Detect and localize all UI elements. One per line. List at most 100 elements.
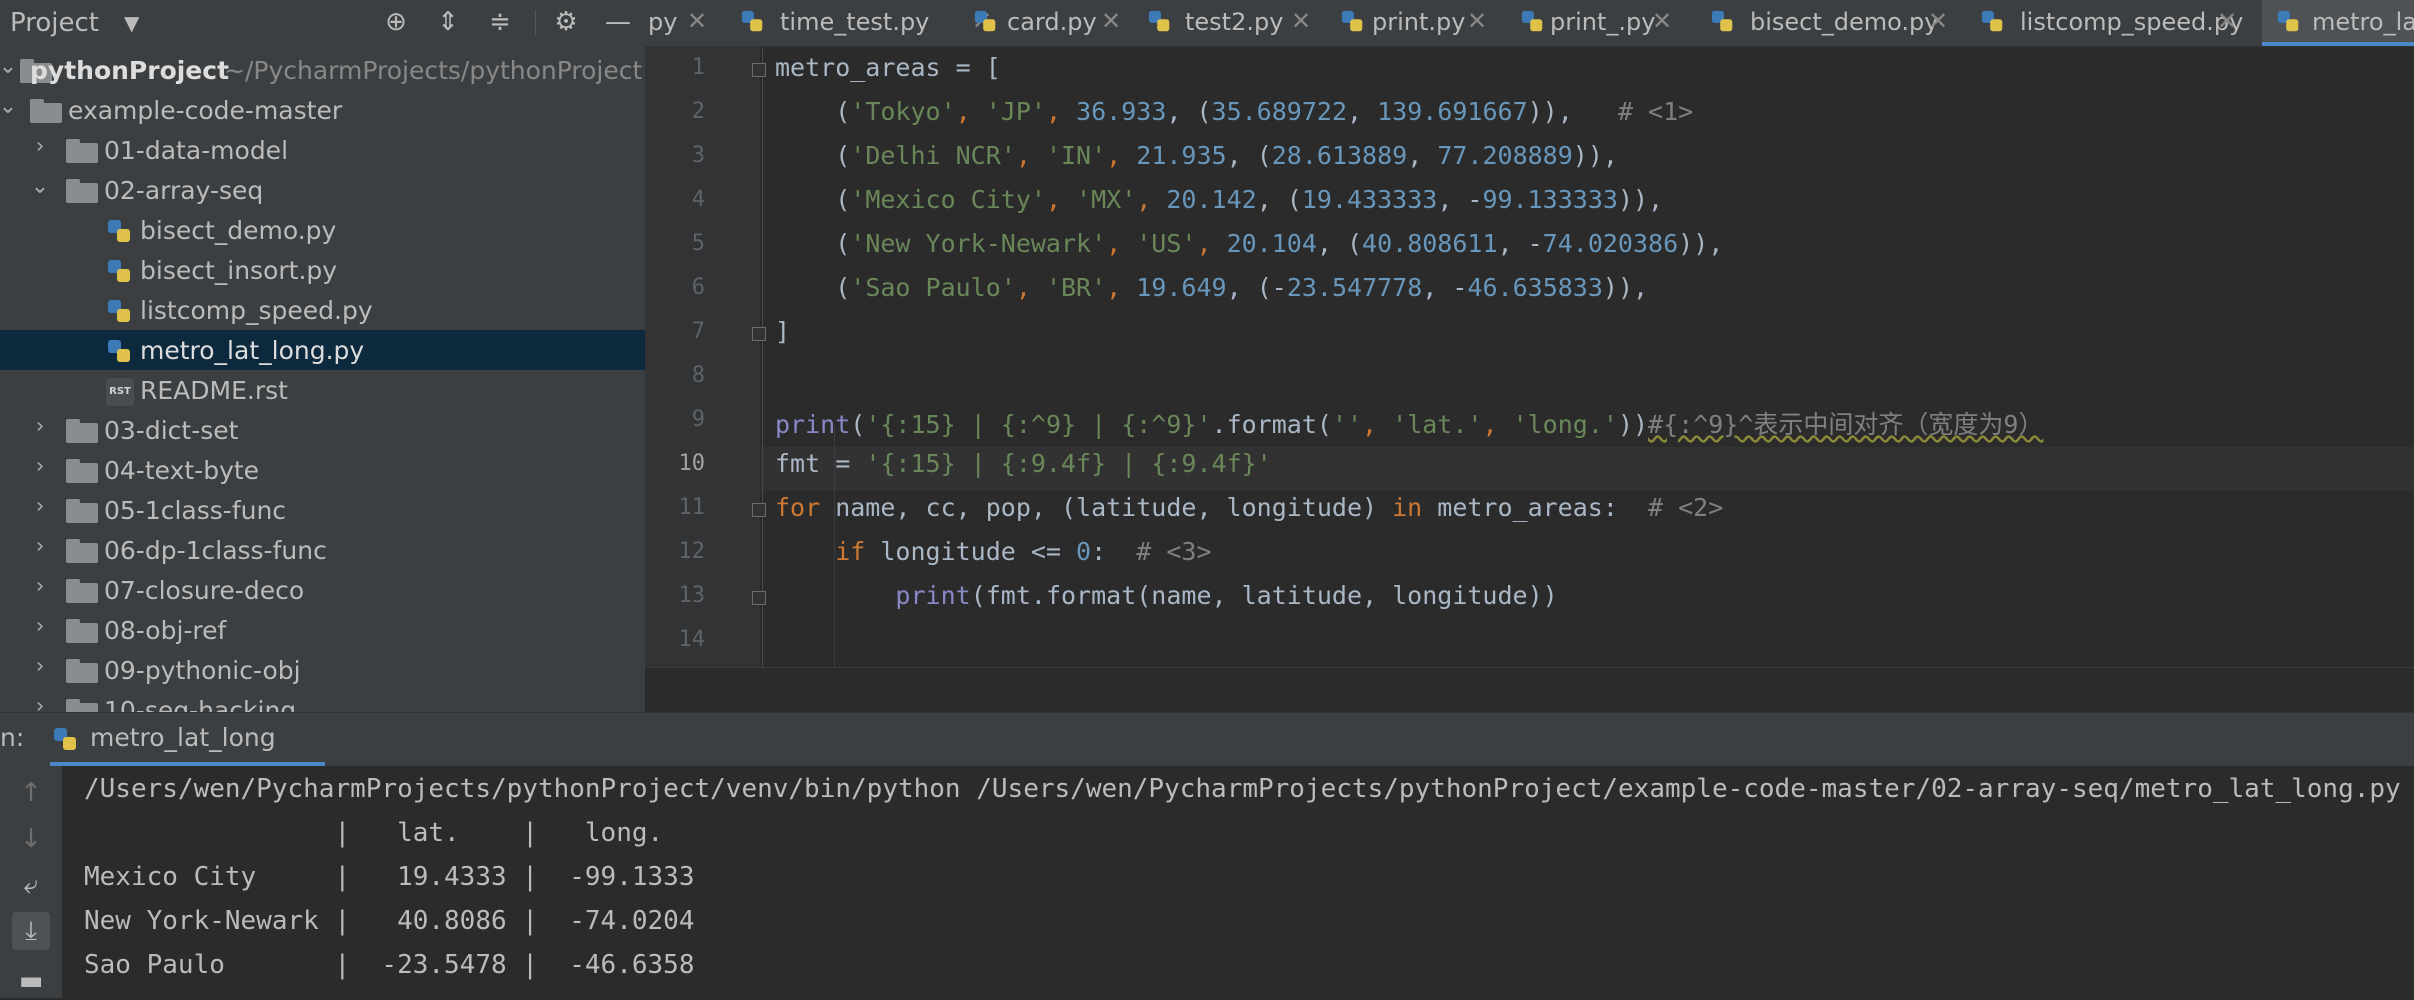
arrow-up-icon[interactable]: ↑ [12, 774, 50, 812]
print-icon[interactable]: ▬ [12, 962, 50, 1000]
chevron-down-icon[interactable]: ⌄ [28, 174, 52, 199]
python-file-icon [1341, 10, 1363, 32]
console-output[interactable]: /Users/wen/PycharmProjects/pythonProject… [62, 766, 2414, 998]
chevron-right-icon[interactable]: › [28, 134, 52, 159]
tree-item-bisect-insort[interactable]: bisect_insort.py [0, 250, 645, 290]
tree-item-08-obj-ref[interactable]: › 08-obj-ref [0, 610, 645, 650]
close-icon[interactable]: ✕ [1291, 7, 1311, 35]
fold-marker-icon[interactable] [752, 591, 766, 605]
tree-item-bisect-demo[interactable]: bisect_demo.py [0, 210, 645, 250]
close-icon[interactable]: ✕ [687, 7, 707, 35]
chevron-right-icon[interactable]: › [28, 654, 52, 679]
tab-label: test2.py [1185, 8, 1284, 36]
line-number: 4 [691, 187, 705, 212]
tree-item-03-dict-set[interactable]: › 03-dict-set [0, 410, 645, 450]
project-view-title[interactable]: Project [10, 8, 99, 38]
tree-item-pythonproject[interactable]: ⌄ pythonProject ~/PycharmProjects/python… [0, 50, 645, 90]
tab-label: time_test.py [780, 8, 930, 36]
tab-test2[interactable]: test2.py ✕ [1147, 0, 1317, 46]
fold-marker-icon[interactable] [752, 63, 766, 77]
tree-item-07-closure-deco[interactable]: › 07-closure-deco [0, 570, 645, 610]
collapse-all-icon[interactable]: ≑ [484, 6, 516, 38]
arrow-down-icon[interactable]: ↓ [12, 820, 50, 858]
line-number: 2 [691, 99, 705, 124]
tree-item-05-1class-func[interactable]: › 05-1class-func [0, 490, 645, 530]
run-panel-label: n: [0, 723, 25, 752]
chevron-right-icon[interactable]: › [28, 414, 52, 439]
tree-item-04-text-byte[interactable]: › 04-text-byte [0, 450, 645, 490]
tab-card[interactable]: card.py ✕ [973, 0, 1123, 46]
scroll-to-end-icon[interactable]: ⤓ [12, 912, 50, 950]
tree-item-02-array-seq[interactable]: ⌄ 02-array-seq [0, 170, 645, 210]
tree-item-10-seq-hacking[interactable]: › 10-seq-hacking [0, 690, 645, 712]
fold-marker-icon[interactable] [752, 327, 766, 341]
folder-icon [66, 659, 98, 683]
console-line: New York-Newark | 40.8086 | -74.0204 [84, 906, 695, 936]
tab-print[interactable]: print.py ✕ [1340, 0, 1500, 46]
tab-label: print.py [1372, 8, 1466, 36]
tab-py[interactable]: py ✕ [645, 0, 715, 46]
close-icon[interactable]: ✕ [1928, 7, 1948, 35]
console-line: /Users/wen/PycharmProjects/pythonProject… [84, 774, 2401, 804]
locate-icon[interactable]: ⊕ [380, 6, 412, 38]
tab-print-underscore[interactable]: print_.py ✕ [1520, 0, 1690, 46]
python-file-icon [1711, 10, 1733, 32]
chevron-right-icon[interactable]: › [28, 494, 52, 519]
run-panel-header: n: metro_lat_long [0, 712, 2414, 767]
tree-item-example-code-master[interactable]: ⌄ example-code-master [0, 90, 645, 130]
line-number: 3 [691, 143, 705, 168]
tree-item-01-data-model[interactable]: › 01-data-model [0, 130, 645, 170]
code-editor[interactable]: 1 2 3 4 5 6 7 8 9 10 11 12 13 14 metro_a… [645, 47, 2414, 712]
python-file-icon [1521, 10, 1543, 32]
chevron-right-icon[interactable]: › [28, 454, 52, 479]
folder-icon [66, 179, 98, 203]
python-file-icon [108, 260, 130, 282]
tree-item-06-dp-1class-func[interactable]: › 06-dp-1class-func [0, 530, 645, 570]
tab-label: bisect_demo.py [1750, 8, 1939, 36]
rst-file-icon: RST [106, 378, 134, 406]
chevron-right-icon[interactable]: › [28, 574, 52, 599]
chevron-right-icon[interactable]: › [28, 614, 52, 639]
code-line-7: ] [775, 317, 791, 346]
code-line-12: if longitude <= 0: # <3> [835, 537, 1212, 566]
run-config-tab[interactable]: metro_lat_long [50, 713, 325, 767]
line-gutter: 1 2 3 4 5 6 7 8 9 10 11 12 13 14 [645, 47, 760, 712]
tree-item-label: 06-dp-1class-func [104, 536, 327, 565]
tree-item-label: 07-closure-deco [104, 576, 305, 605]
tree-item-readme[interactable]: RST README.rst [0, 370, 645, 410]
tab-bisect-demo[interactable]: bisect_demo.py ✕ [1710, 0, 1950, 46]
fold-marker-icon[interactable] [752, 503, 766, 517]
soft-wrap-icon[interactable]: ⤶ [12, 866, 50, 904]
expand-all-icon[interactable]: ⇕ [432, 6, 464, 38]
code-line-3: ('Delhi NCR', 'IN', 21.935, (28.613889, … [775, 141, 1618, 170]
tab-time-test[interactable]: time_test.py ✕ [740, 0, 992, 46]
tab-listcomp-speed[interactable]: listcomp_speed.py ✕ [1980, 0, 2243, 46]
code-line-9: print('{:15} | {:^9} | {:^9}'.format('',… [775, 410, 2044, 439]
console-line: Sao Paulo | -23.5478 | -46.6358 [84, 950, 695, 980]
line-number: 12 [678, 539, 706, 564]
chevron-down-icon[interactable]: ⌄ [0, 54, 20, 79]
chevron-right-icon[interactable]: › [28, 534, 52, 559]
python-file-icon [2277, 10, 2299, 32]
hide-panel-icon[interactable]: — [602, 6, 634, 38]
close-icon[interactable]: ✕ [2217, 7, 2237, 35]
tree-item-label: listcomp_speed.py [140, 296, 373, 325]
gear-icon[interactable]: ⚙ [550, 6, 582, 38]
close-icon[interactable]: ✕ [1652, 7, 1672, 35]
tree-item-09-pythonic-obj[interactable]: › 09-pythonic-obj [0, 650, 645, 690]
chevron-right-icon[interactable]: › [28, 694, 52, 712]
chevron-down-icon[interactable]: ▼ [124, 11, 139, 35]
line-number: 7 [691, 319, 705, 344]
close-icon[interactable]: ✕ [1101, 7, 1121, 35]
chevron-down-icon[interactable]: ⌄ [0, 94, 20, 119]
tab-metro-lat-long[interactable]: metro_lat [2262, 0, 2414, 46]
tree-item-listcomp-speed[interactable]: listcomp_speed.py [0, 290, 645, 330]
line-number: 8 [691, 363, 705, 388]
line-number-current: 10 [678, 451, 706, 476]
tree-item-metro-lat-long[interactable]: metro_lat_long.py [0, 330, 645, 370]
python-file-icon [974, 10, 996, 32]
folder-icon [66, 699, 98, 712]
tree-item-label: README.rst [140, 376, 288, 405]
close-icon[interactable]: ✕ [1467, 7, 1487, 35]
run-tab-label: metro_lat_long [90, 723, 276, 752]
